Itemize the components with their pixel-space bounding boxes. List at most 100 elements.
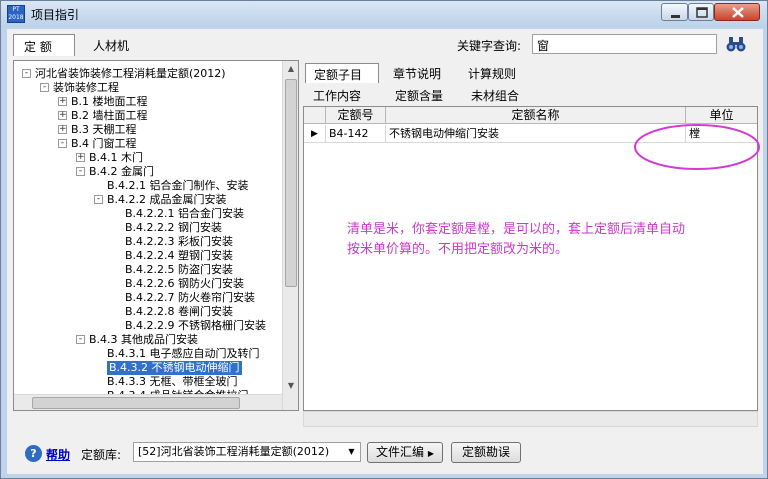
keyword-search-input[interactable]: 窗 <box>532 34 717 54</box>
file-compilation-button[interactable]: 文件汇编 ▶ <box>367 442 443 463</box>
tree-item-label: B.3 天棚工程 <box>71 123 137 136</box>
quota-errata-button[interactable]: 定额勘误 <box>451 442 521 463</box>
tree-item[interactable]: B.4.2.1 铝合金门制作、安装 <box>14 179 282 193</box>
tree-item[interactable]: B.4.2.2.9 不锈钢格栅门安装 <box>14 319 282 333</box>
file-compilation-label: 文件汇编 <box>376 445 425 459</box>
tree-item-label: B.4.2.1 铝合金门制作、安装 <box>107 179 249 192</box>
tree-item[interactable]: - B.4.2 金属门 <box>14 165 282 179</box>
tree-item[interactable]: B.4.2.2.6 钢防火门安装 <box>14 277 282 291</box>
tree-item-label: B.4.2.2 成品金属门安装 <box>107 193 227 206</box>
tree-item[interactable]: B.4.2.2.3 彩板门安装 <box>14 235 282 249</box>
collapse-icon[interactable]: - <box>94 195 103 204</box>
tab-quota[interactable]: 定 额 <box>13 34 75 56</box>
tree-item-label: B.4.2.2.7 防火卷帘门安装 <box>125 291 256 304</box>
tree-hscroll-thumb[interactable] <box>32 397 240 409</box>
tree-item[interactable]: B.4.2.2.2 钢门安装 <box>14 221 282 235</box>
tree-item[interactable]: B.4.2.2.8 卷闸门安装 <box>14 305 282 319</box>
scroll-down-icon[interactable]: ▼ <box>283 378 298 394</box>
keyword-search-label: 关键字查询: <box>457 39 522 53</box>
tree-item-label: B.4.2 金属门 <box>89 165 155 178</box>
tree-item[interactable]: B.4.2.2.5 防盗门安装 <box>14 263 282 277</box>
expand-icon[interactable]: + <box>58 97 67 106</box>
chapter-tree[interactable]: - 河北省装饰装修工程消耗量定额(2012) - 装饰装修工程 + B.1 楼地面工程 + B… <box>13 60 299 411</box>
collapse-icon[interactable]: - <box>76 167 85 176</box>
minimize-button[interactable] <box>661 3 688 21</box>
tab-work-content[interactable]: 工作内容 <box>305 85 377 105</box>
tree-item[interactable]: B.4.3.2 不锈钢电动伸缩门 <box>14 361 282 375</box>
tree-item-label: B.4.2.2.4 塑钢门安装 <box>125 249 234 262</box>
tab-material-combo[interactable]: 未材组合 <box>463 85 535 105</box>
row-pointer-icon: ▶ <box>304 125 326 143</box>
close-button[interactable] <box>714 3 760 21</box>
tree-scroll-thumb[interactable] <box>285 79 297 287</box>
tree-horizontal-scrollbar[interactable] <box>14 394 282 410</box>
collapse-icon[interactable]: - <box>58 139 67 148</box>
annotation-note: 清单是米，你套定额是樘，是可以的，套上定额后清单自动 按米单价算的。不用把定额改… <box>347 220 767 260</box>
collapse-icon[interactable]: - <box>40 83 49 92</box>
tree-item-label: B.4.3 其他成品门安装 <box>89 333 199 346</box>
tab-quota-content[interactable]: 定额含量 <box>387 85 459 105</box>
tree-item[interactable]: B.4.2.2.4 塑钢门安装 <box>14 249 282 263</box>
client-area: 定 额 人材机 关键字查询: 窗 - 河北省装饰装修工程消耗量定额(2012) - 装… <box>7 29 763 474</box>
tree-item-label: B.4 门窗工程 <box>71 137 137 150</box>
tab-labor-material-machine[interactable]: 人材机 <box>83 34 153 56</box>
tree-item[interactable]: - B.4 门窗工程 <box>14 137 282 151</box>
collapse-icon[interactable]: - <box>22 69 31 78</box>
title-bar[interactable]: PT 2018 项目指引 <box>1 1 767 27</box>
tree-item-label: B.2 墙柱面工程 <box>71 109 148 122</box>
scroll-up-icon[interactable]: ▲ <box>283 61 298 77</box>
tree-item[interactable]: + B.4.1 木门 <box>14 151 282 165</box>
tree-item-label: B.4.2.2.2 钢门安装 <box>125 221 223 234</box>
tree-item[interactable]: + B.3 天棚工程 <box>14 123 282 137</box>
tree-item-label: B.4.3.2 不锈钢电动伸缩门 <box>107 361 242 375</box>
quota-library-value: [52]河北省装饰工程消耗量定额(2012) <box>138 445 330 458</box>
tree-item[interactable]: - 装饰装修工程 <box>14 81 282 95</box>
tree-item[interactable]: B.4.2.2.7 防火卷帘门安装 <box>14 291 282 305</box>
column-code-header[interactable]: 定额号 <box>326 107 386 124</box>
tree-item[interactable]: - B.4.3 其他成品门安装 <box>14 333 282 347</box>
chevron-down-icon[interactable]: ▼ <box>343 443 360 461</box>
tab-calculation-rules[interactable]: 计算规则 <box>460 63 530 83</box>
tree-item[interactable]: + B.2 墙柱面工程 <box>14 109 282 123</box>
arrow-right-icon: ▶ <box>427 449 434 458</box>
annotation-line-1: 清单是米，你套定额是樘，是可以的，套上定额后清单自动 <box>347 222 686 237</box>
bottom-bar: ? 帮助 定额库: [52]河北省装饰工程消耗量定额(2012) ▼ 文件汇编 … <box>13 439 763 467</box>
collapse-icon[interactable]: - <box>76 335 85 344</box>
maximize-button[interactable] <box>688 3 714 21</box>
tree-item-label: B.4.1 木门 <box>89 151 144 164</box>
binoculars-icon <box>726 37 746 52</box>
tree-item-label: 装饰装修工程 <box>53 81 119 94</box>
tree-item[interactable]: + B.1 楼地面工程 <box>14 95 282 109</box>
tree-item-label: B.4.2.2.3 彩板门安装 <box>125 235 234 248</box>
tree-item[interactable]: B.4.3.3 无框、带框全玻门 <box>14 375 282 389</box>
tree-item-label: B.4.3.1 电子感应自动门及转门 <box>107 347 260 360</box>
tree-item-label: B.4.2.2.6 钢防火门安装 <box>125 277 245 290</box>
project-guide-window: PT 2018 项目指引 定 额 人材机 关键字查询: 窗 - 河北省装饰装修工… <box>0 0 768 479</box>
expand-icon[interactable]: + <box>58 125 67 134</box>
expand-icon[interactable]: + <box>58 111 67 120</box>
grid-header-corner <box>304 107 326 124</box>
tree-item[interactable]: B.4.2.2.1 铝合金门安装 <box>14 207 282 221</box>
tree-item-label: B.1 楼地面工程 <box>71 95 148 108</box>
find-button[interactable] <box>725 34 747 54</box>
tree-item[interactable]: - B.4.2.2 成品金属门安装 <box>14 193 282 207</box>
help-icon[interactable]: ? <box>25 445 42 462</box>
cell-code[interactable]: B4-142 <box>326 125 386 143</box>
tree-item-label: B.4.2.2.8 卷闸门安装 <box>125 305 234 318</box>
tree-vertical-scrollbar[interactable]: ▲ ▼ <box>282 61 298 410</box>
tree-item[interactable]: B.4.3.1 电子感应自动门及转门 <box>14 347 282 361</box>
tree-item-label: B.4.2.2.1 铝合金门安装 <box>125 207 245 220</box>
minimize-icon <box>671 15 680 18</box>
quota-library-select[interactable]: [52]河北省装饰工程消耗量定额(2012) ▼ <box>133 442 361 462</box>
tree-item-label: 河北省装饰装修工程消耗量定额(2012) <box>35 67 226 80</box>
tree-item-label: B.4.3.3 无框、带框全玻门 <box>107 375 238 388</box>
help-link[interactable]: 帮助 <box>46 446 70 463</box>
tab-chapter-notes[interactable]: 章节说明 <box>385 63 455 83</box>
grid-horizontal-scrollbar[interactable] <box>303 411 758 427</box>
expand-icon[interactable]: + <box>76 153 85 162</box>
tab-quota-items[interactable]: 定额子目 <box>305 63 379 83</box>
annotation-line-2: 按米单价算的。不用把定额改为米的。 <box>347 242 569 257</box>
close-icon <box>732 7 744 18</box>
tree-item[interactable]: - 河北省装饰装修工程消耗量定额(2012) <box>14 67 282 81</box>
highlight-ellipse <box>634 124 760 170</box>
